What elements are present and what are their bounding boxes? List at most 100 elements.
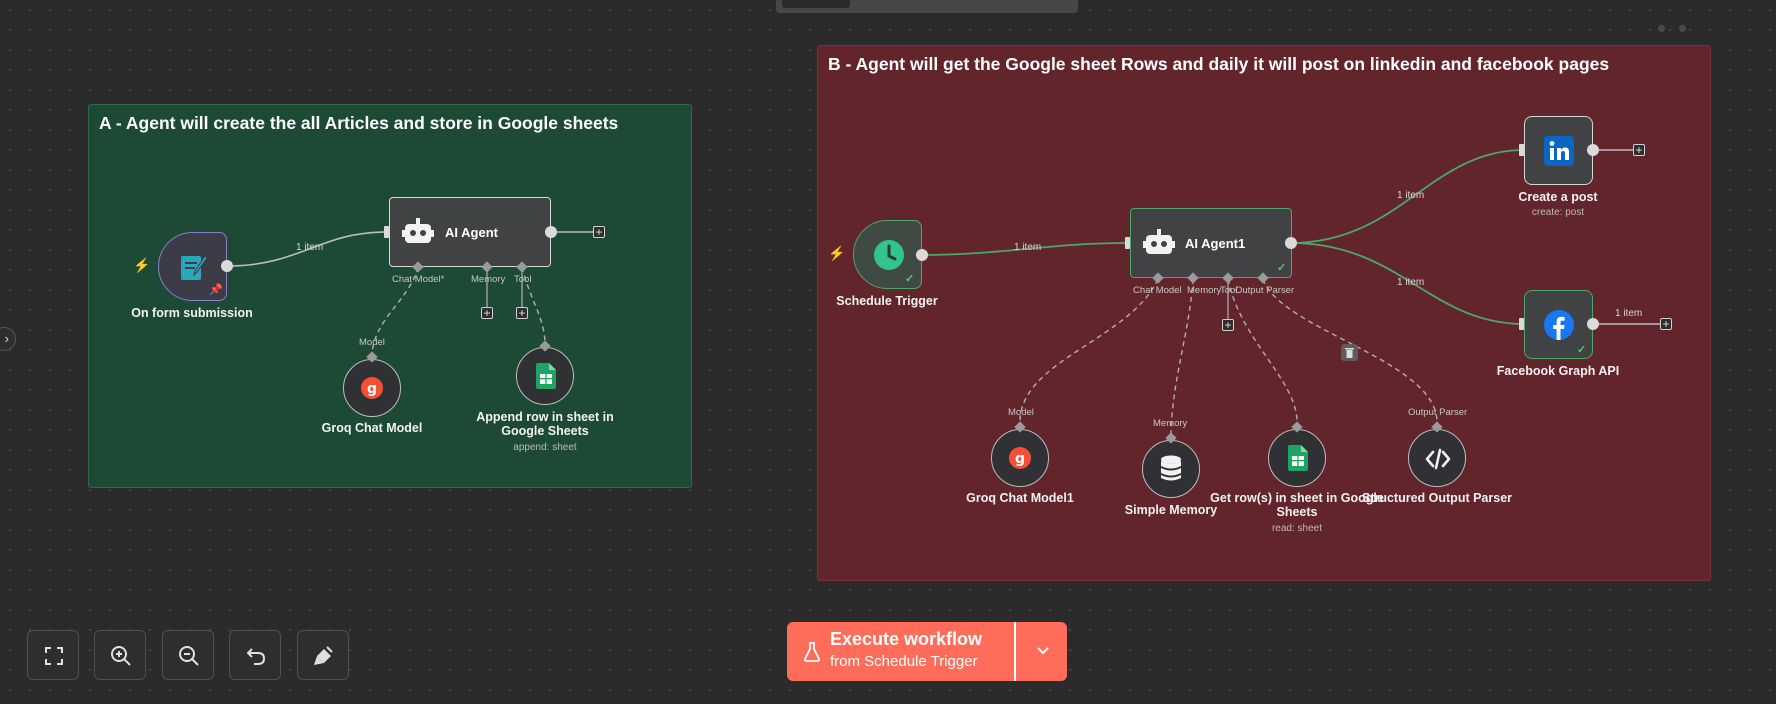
canvas-dot xyxy=(1658,25,1665,32)
node-schedule-trigger[interactable]: ✓ xyxy=(853,220,922,289)
node-label: On form submission xyxy=(131,306,253,320)
trigger-bolt-icon: ⚡ xyxy=(828,245,846,261)
port-label: Memory xyxy=(1187,285,1222,296)
port-label: Output Parser xyxy=(1235,285,1295,296)
facebook-icon xyxy=(1544,310,1574,340)
agent1-output-handle[interactable] xyxy=(1285,237,1297,249)
zoom-in-button[interactable] xyxy=(94,630,146,680)
node-ai-agent[interactable]: AI Agent xyxy=(389,197,551,267)
node-title: AI Agent1 xyxy=(1185,236,1246,251)
edge-label: 1 item xyxy=(1397,277,1425,288)
expand-sidebar-button[interactable]: › xyxy=(0,327,16,351)
node-label: Facebook Graph API xyxy=(1496,364,1620,378)
node-label: Create a post xyxy=(1518,190,1598,204)
clock-icon xyxy=(874,240,904,270)
edge-label: 1 item xyxy=(1615,308,1643,319)
execute-label: Execute workflow xyxy=(830,629,983,649)
trigger-bolt-icon: ⚡ xyxy=(133,257,151,273)
execute-workflow-control: Execute workflow from Schedule Trigger xyxy=(787,622,1067,681)
add-tool-button[interactable]: + xyxy=(516,307,528,319)
node-label: Structured Output Parser xyxy=(1361,491,1513,505)
node-label: Append row in sheet in Google Sheets xyxy=(476,410,614,438)
execute-sublabel: from Schedule Trigger xyxy=(830,653,978,670)
zoom-in-icon xyxy=(111,646,131,666)
port-label: Memory xyxy=(1153,418,1188,429)
edge-label: 1 item xyxy=(296,242,324,253)
code-icon xyxy=(1425,448,1451,470)
node-label: Schedule Trigger xyxy=(836,294,938,308)
add-node-button[interactable]: + xyxy=(1633,144,1645,156)
sticky-note-a-title: A - Agent will create the all Articles a… xyxy=(99,113,619,133)
database-icon xyxy=(1161,455,1181,481)
port-label: Output Parser xyxy=(1408,407,1468,418)
add-node-button[interactable]: + xyxy=(1660,318,1672,330)
port-label: Tool xyxy=(514,274,532,285)
port-label: Chat Model xyxy=(1133,285,1182,296)
execute-options-dropdown[interactable] xyxy=(1018,622,1067,681)
port-label: Chat Model* xyxy=(392,274,445,285)
undo-button[interactable] xyxy=(229,630,281,680)
google-sheets-icon xyxy=(536,363,556,389)
node-ai-agent1[interactable]: AI Agent1 ✓ xyxy=(1130,208,1292,278)
svg-text:g: g xyxy=(367,381,377,397)
tidy-up-button[interactable] xyxy=(297,630,349,680)
add-node-button[interactable]: + xyxy=(593,226,605,238)
undo-icon xyxy=(246,648,266,665)
success-check-icon: ✓ xyxy=(1577,344,1587,356)
node-groq-chat-model[interactable]: g xyxy=(343,359,401,417)
execute-workflow-button[interactable]: Execute workflow from Schedule Trigger xyxy=(787,622,1016,681)
node-simple-memory[interactable] xyxy=(1142,440,1200,498)
form-output-handle[interactable] xyxy=(221,260,233,272)
port-label: Model xyxy=(359,337,385,348)
canvas-dot xyxy=(1679,25,1686,32)
top-panel-tab-inner xyxy=(782,0,850,8)
zoom-out-button[interactable] xyxy=(162,630,214,680)
svg-text:g: g xyxy=(1015,451,1025,467)
linkedin-icon xyxy=(1544,136,1574,166)
port-label: Memory xyxy=(471,274,506,285)
node-subtitle: append: sheet xyxy=(513,442,577,453)
fit-view-icon xyxy=(45,647,63,665)
node-facebook-graph-api[interactable]: ✓ xyxy=(1524,290,1593,359)
node-label: Groq Chat Model xyxy=(321,421,423,435)
flask-icon xyxy=(804,642,820,662)
pin-icon: 📌 xyxy=(209,284,223,296)
agent-output-handle[interactable] xyxy=(545,226,557,238)
linkedin-output-handle[interactable] xyxy=(1587,144,1599,156)
node-get-rows-sheets[interactable] xyxy=(1268,429,1326,487)
linkedin-input-handle[interactable] xyxy=(1519,144,1524,156)
node-title: AI Agent xyxy=(445,225,498,240)
zoom-out-icon xyxy=(179,646,199,666)
fit-view-button[interactable] xyxy=(27,630,79,680)
success-check-icon: ✓ xyxy=(1277,262,1287,274)
chevron-down-icon xyxy=(1037,647,1049,655)
port-label: Model xyxy=(1008,407,1034,418)
groq-icon: g xyxy=(1009,447,1031,469)
sticky-note-b-title: B - Agent will get the Google sheet Rows… xyxy=(828,54,1610,74)
node-append-row-sheets[interactable] xyxy=(516,347,574,405)
node-structured-output-parser[interactable] xyxy=(1408,429,1466,487)
robot-icon xyxy=(402,218,434,243)
node-on-form-submission[interactable]: 📌 xyxy=(158,232,227,301)
trash-icon xyxy=(1345,348,1354,358)
broom-icon xyxy=(314,646,333,665)
form-pencil-icon xyxy=(181,255,208,280)
node-subtitle: read: sheet xyxy=(1271,523,1323,534)
delete-connection-button[interactable] xyxy=(1341,344,1358,361)
top-panel-tab[interactable] xyxy=(776,0,1078,13)
add-memory-button[interactable]: + xyxy=(481,307,493,319)
facebook-input-handle[interactable] xyxy=(1519,318,1524,330)
agent1-input-handle[interactable] xyxy=(1125,237,1130,249)
node-subtitle: create: post xyxy=(1531,207,1585,218)
success-check-icon: ✓ xyxy=(905,273,915,285)
add-tool-button[interactable]: + xyxy=(1222,319,1234,331)
google-sheets-icon xyxy=(1288,445,1308,471)
schedule-output-handle[interactable] xyxy=(916,249,928,261)
facebook-output-handle[interactable] xyxy=(1587,318,1599,330)
node-linkedin-create-post[interactable] xyxy=(1524,116,1593,185)
edge-label: 1 item xyxy=(1014,242,1042,253)
node-groq-chat-model1[interactable]: g xyxy=(991,429,1049,487)
robot-icon xyxy=(1143,229,1175,254)
edge-label: 1 item xyxy=(1397,190,1425,201)
agent-input-handle[interactable] xyxy=(384,226,389,238)
